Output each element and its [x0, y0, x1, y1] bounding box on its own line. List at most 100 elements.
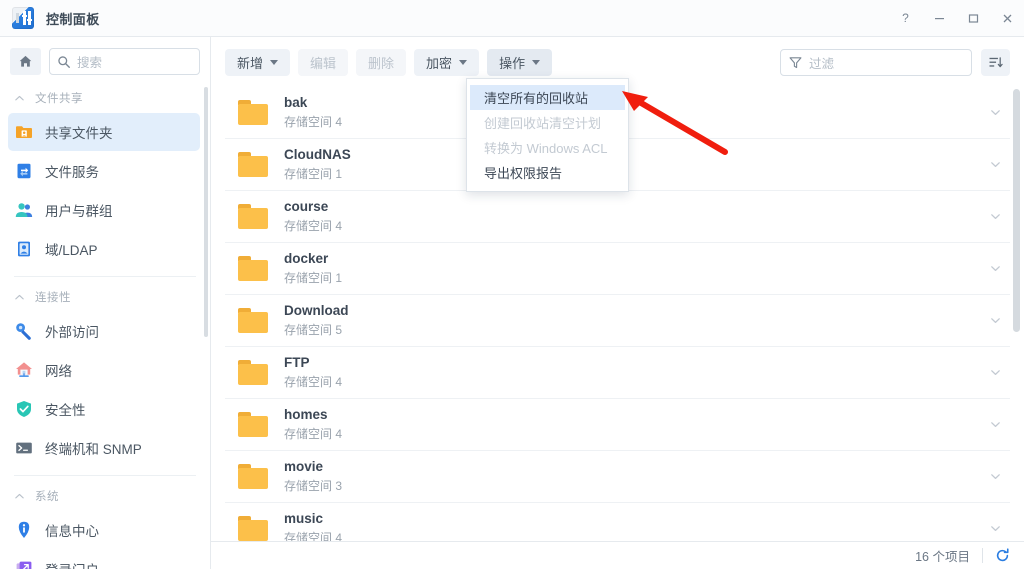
create-button[interactable]: 新增 [225, 48, 291, 76]
chevron-up-icon [14, 292, 25, 303]
sidebar-item-label: 信息中心 [45, 524, 99, 539]
sidebar-item-login-portal[interactable]: 登录门户 [8, 550, 200, 569]
row-text: movie 存储空间 3 [284, 459, 342, 494]
footer-divider [982, 548, 983, 563]
table-row[interactable]: course 存储空间 4 [225, 191, 1010, 243]
help-button[interactable]: ? [888, 0, 922, 36]
chevron-down-icon[interactable] [989, 522, 1010, 535]
action-button[interactable]: 操作 [487, 48, 553, 76]
edit-button[interactable]: 编辑 [298, 48, 349, 76]
sort-list-button[interactable] [981, 48, 1010, 76]
sidebar-item-label: 安全性 [45, 403, 86, 418]
titlebar: 控制面板 ? [0, 0, 1024, 37]
sidebar-item-label: 文件服务 [45, 165, 99, 180]
sidebar-scrollbar[interactable] [204, 87, 208, 337]
home-button[interactable] [10, 48, 41, 75]
menu-item-label: 创建回收站清空计划 [484, 116, 602, 131]
sidebar-item-domain-ldap[interactable]: 域/LDAP [8, 230, 200, 268]
table-row[interactable]: Download 存储空间 5 [225, 295, 1010, 347]
sidebar-item-security[interactable]: 安全性 [8, 390, 200, 428]
sidebar-group-label: 文件共享 [35, 93, 83, 105]
folder-icon [238, 464, 268, 489]
table-row[interactable]: homes 存储空间 4 [225, 399, 1010, 451]
chevron-down-icon[interactable] [989, 106, 1010, 119]
menu-item-empty-all-recycle-bins[interactable]: 清空所有的回收站 [470, 85, 625, 110]
table-row[interactable]: docker 存储空间 1 [225, 243, 1010, 295]
chevron-down-icon[interactable] [989, 262, 1010, 275]
chevron-down-icon[interactable] [989, 210, 1010, 223]
window-controls: ? [888, 0, 1024, 36]
caret-down-icon [459, 59, 468, 65]
security-shield-icon [14, 399, 34, 419]
sidebar-item-label: 用户与群组 [45, 204, 113, 219]
chevron-down-icon[interactable] [989, 470, 1010, 483]
menu-item-create-recycle-bin-schedule[interactable]: 创建回收站清空计划 [467, 110, 628, 135]
menu-item-export-permission-report[interactable]: 导出权限报告 [467, 160, 628, 185]
sidebar-divider [14, 276, 196, 277]
network-icon [14, 360, 34, 380]
search-input[interactable]: 搜索 [49, 48, 200, 75]
maximize-button[interactable] [956, 0, 990, 36]
control-panel-window: 控制面板 ? 搜索 文件共享 共享文件夹 文件服务 用户与群组 域/LDAP 连… [0, 0, 1024, 569]
delete-button[interactable]: 删除 [356, 48, 407, 76]
row-subtitle: 存储空间 4 [284, 427, 343, 441]
chevron-up-icon [14, 491, 25, 502]
chevron-down-icon[interactable] [989, 158, 1010, 171]
folder-icon [238, 412, 268, 437]
sidebar-item-file-service[interactable]: 文件服务 [8, 152, 200, 190]
chevron-up-icon [14, 93, 25, 104]
login-portal-icon [14, 559, 34, 569]
sidebar-item-external-access[interactable]: 外部访问 [8, 312, 200, 350]
chevron-down-icon[interactable] [989, 366, 1010, 379]
status-bar: 16 个项目 [211, 541, 1024, 569]
edit-button-label: 编辑 [310, 55, 337, 71]
refresh-button[interactable] [995, 548, 1010, 563]
sidebar-item-label: 登录门户 [45, 559, 99, 569]
row-text: FTP 存储空间 4 [284, 355, 342, 390]
row-subtitle: 存储空间 5 [284, 323, 343, 337]
close-button[interactable] [990, 0, 1024, 36]
sidebar-item-terminal-snmp[interactable]: 终端机和 SNMP [8, 429, 200, 467]
table-row[interactable]: movie 存储空间 3 [225, 451, 1010, 503]
sidebar-item-network[interactable]: 网络 [8, 351, 200, 389]
row-subtitle: 存储空间 1 [284, 271, 343, 285]
chevron-down-icon[interactable] [989, 418, 1010, 431]
sidebar-item-label: 共享文件夹 [45, 126, 113, 141]
item-count-label: 16 个项目 [915, 550, 970, 564]
menu-item-label: 导出权限报告 [484, 166, 563, 181]
row-name: CloudNAS [284, 147, 351, 162]
row-name: docker [284, 251, 329, 266]
row-text: bak 存储空间 4 [284, 95, 342, 130]
sidebar-item-shared-folder[interactable]: 共享文件夹 [8, 113, 200, 151]
minimize-button[interactable] [922, 0, 956, 36]
sidebar-group-system[interactable]: 系统 [0, 482, 210, 510]
folder-icon [238, 308, 268, 333]
refresh-icon [996, 548, 1009, 562]
menu-item-convert-to-windows-acl[interactable]: 转换为 Windows ACL [467, 135, 628, 160]
terminal-snmp-icon [14, 438, 34, 458]
row-text: Download 存储空间 5 [284, 303, 349, 338]
control-panel-icon [12, 7, 34, 29]
sidebar-search-row: 搜索 [0, 37, 210, 84]
folder-icon [238, 516, 268, 541]
list-scrollbar[interactable] [1013, 89, 1020, 332]
folder-icon [238, 256, 268, 281]
folder-icon [238, 152, 268, 177]
row-text: music 存储空间 4 [284, 511, 342, 542]
sidebar-group-connectivity[interactable]: 连接性 [0, 283, 210, 311]
sidebar-item-label: 网络 [45, 364, 72, 379]
sidebar-item-users-groups[interactable]: 用户与群组 [8, 191, 200, 229]
table-row[interactable]: FTP 存储空间 4 [225, 347, 1010, 399]
sidebar-item-info-center[interactable]: 信息中心 [8, 511, 200, 549]
menu-item-label: 转换为 Windows ACL [484, 141, 608, 156]
toolbar-right: 过滤 [780, 48, 1010, 76]
sidebar-item-label: 终端机和 SNMP [45, 442, 142, 457]
sidebar-group-file-sharing[interactable]: 文件共享 [0, 84, 210, 112]
table-row[interactable]: music 存储空间 4 [225, 503, 1010, 542]
sidebar-divider [14, 475, 196, 476]
chevron-down-icon[interactable] [989, 314, 1010, 327]
action-dropdown-menu: 清空所有的回收站 创建回收站清空计划 转换为 Windows ACL 导出权限报… [466, 78, 629, 192]
row-text: CloudNAS 存储空间 1 [284, 147, 351, 182]
filter-input[interactable]: 过滤 [780, 48, 972, 76]
encrypt-button[interactable]: 加密 [414, 48, 480, 76]
